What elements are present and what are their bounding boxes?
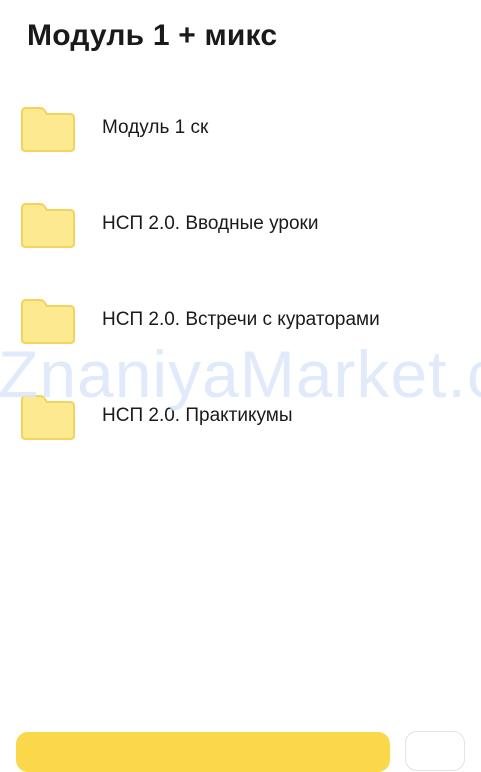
folder-icon bbox=[20, 202, 76, 248]
folder-icon bbox=[20, 106, 76, 152]
folder-item-vstrechi-s-kuratorami[interactable]: НСП 2.0. Встречи с кураторами bbox=[0, 272, 481, 368]
page-title: Модуль 1 + микс bbox=[27, 19, 278, 52]
folder-item-vvodnye-uroki[interactable]: НСП 2.0. Вводные уроки bbox=[0, 176, 481, 272]
folder-label: НСП 2.0. Практикумы bbox=[102, 405, 293, 426]
folder-label: НСП 2.0. Встречи с кураторами bbox=[102, 309, 380, 330]
folder-label: НСП 2.0. Вводные уроки bbox=[102, 213, 319, 234]
folder-list: Модуль 1 ск НСП 2.0. Вводные уроки НСП 2… bbox=[0, 80, 481, 464]
folder-icon bbox=[20, 394, 76, 440]
secondary-action-button[interactable] bbox=[405, 731, 465, 771]
folder-icon bbox=[20, 298, 76, 344]
folder-item-modul-1-sk[interactable]: Модуль 1 ск bbox=[0, 80, 481, 176]
folder-item-praktikumy[interactable]: НСП 2.0. Практикумы bbox=[0, 368, 481, 464]
primary-action-button[interactable] bbox=[16, 732, 390, 772]
folder-label: Модуль 1 ск bbox=[102, 117, 209, 138]
